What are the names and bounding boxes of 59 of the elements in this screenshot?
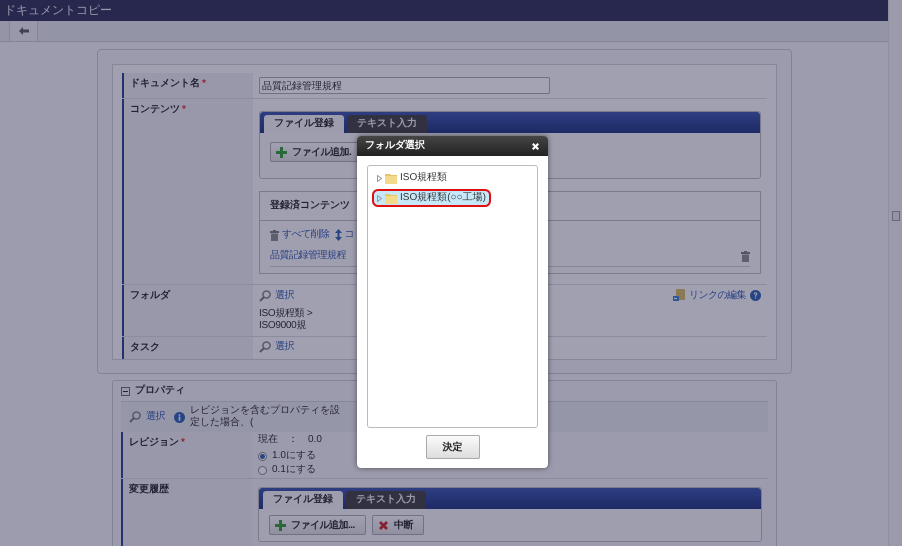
radio-button[interactable] <box>258 466 267 474</box>
plus-icon <box>275 520 286 530</box>
field-label: レビジョン <box>129 437 179 449</box>
trash-icon <box>270 230 279 240</box>
radio-button[interactable] <box>258 452 267 460</box>
search-icon <box>259 341 271 353</box>
field-label: ドキュメント名 <box>130 78 200 90</box>
section-title: プロパティ <box>135 385 185 397</box>
select-link[interactable]: 選択 <box>275 341 294 353</box>
tab[interactable]: テキスト入力 <box>347 115 427 133</box>
field-label: フォルダ <box>130 290 170 302</box>
edit-link[interactable]: リンクの編集 <box>689 290 746 302</box>
radio-label: 1.0にする <box>272 450 316 462</box>
select-link[interactable]: 選択 <box>146 411 165 423</box>
current-label: 現在 <box>258 434 278 446</box>
search-icon <box>259 290 271 302</box>
select-link[interactable]: 選択 <box>275 290 294 302</box>
required-mark: * <box>181 437 185 449</box>
back-button[interactable] <box>9 21 38 41</box>
dialog-title: フォルダ選択 <box>365 140 425 152</box>
delete-icon <box>741 250 750 262</box>
close-icon[interactable] <box>531 142 540 150</box>
cross-icon <box>378 520 389 530</box>
window-title: ドキュメントコピー <box>0 0 888 21</box>
field-label: コンテンツ <box>130 104 180 116</box>
radio-label: 0.1にする <box>272 464 316 476</box>
folder-path: ISO規程類 > ISO9000規 <box>259 308 314 332</box>
scrollbar[interactable] <box>888 0 902 546</box>
folder-icon <box>385 192 397 204</box>
delete-all-link[interactable]: すべて削除 <box>282 229 330 241</box>
ok-button[interactable]: 決定 <box>426 435 480 459</box>
tree-item[interactable]: ISO規程類(○○工場) <box>372 189 491 207</box>
back-arrow-icon <box>18 27 28 35</box>
info-icon <box>174 412 185 422</box>
separator: ： <box>288 434 298 446</box>
tab[interactable]: ファイル登録 <box>263 491 343 509</box>
required-mark: * <box>202 78 206 90</box>
search-icon <box>129 411 141 423</box>
up-down-arrow-icon <box>334 229 342 241</box>
folder-icon <box>385 172 397 184</box>
add-file-button[interactable]: ファイル追加... <box>269 515 366 535</box>
field-label: タスク <box>130 342 160 354</box>
field-label: 変更履歴 <box>129 484 169 496</box>
tree-item[interactable]: ISO規程類 <box>372 169 452 187</box>
collapse-icon[interactable] <box>121 386 130 396</box>
file-link[interactable]: 品質記録管理規程 <box>270 250 346 262</box>
tab[interactable]: ファイル登録 <box>264 115 344 133</box>
sort-link[interactable]: コ <box>344 229 354 241</box>
help-icon <box>750 290 761 301</box>
info-text: レビジョンを含むプロパティを設定した場合、( <box>190 405 340 429</box>
cancel-button[interactable]: 中断 <box>372 515 424 535</box>
document-link-icon <box>673 289 685 302</box>
expand-triangle-icon <box>377 194 382 202</box>
tab[interactable]: テキスト入力 <box>346 491 426 509</box>
current-value: 0.0 <box>308 434 322 446</box>
document-name-field[interactable]: 品質記録管理規程 <box>259 77 550 94</box>
required-mark: * <box>182 104 186 116</box>
plus-icon <box>276 146 287 158</box>
expand-triangle-icon <box>377 174 382 182</box>
